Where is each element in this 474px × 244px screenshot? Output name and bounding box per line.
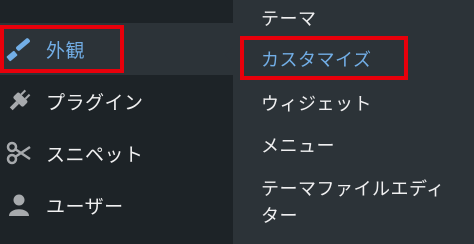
sidebar-item-label: ユーザー bbox=[46, 195, 124, 218]
admin-sidebar: 外観 プラグイン スニペット ユーザー bbox=[0, 0, 233, 244]
sidebar-item-snippets[interactable]: スニペット bbox=[0, 127, 233, 179]
user-icon bbox=[6, 192, 32, 218]
sidebar-item-plugins[interactable]: プラグイン bbox=[0, 75, 233, 127]
sidebar-item-users[interactable]: ユーザー bbox=[0, 179, 233, 231]
submenu-item-menus[interactable]: メニュー bbox=[261, 132, 335, 158]
submenu-item-customize[interactable]: カスタマイズ bbox=[261, 46, 371, 72]
submenu-item-widgets[interactable]: ウィジェット bbox=[261, 90, 372, 116]
scissors-icon bbox=[6, 140, 32, 166]
sidebar-item-appearance[interactable]: 外観 bbox=[0, 23, 233, 75]
sidebar-item-label: スニペット bbox=[46, 143, 144, 166]
submenu-item-themes[interactable]: テーマ bbox=[261, 5, 317, 31]
paintbrush-icon bbox=[6, 36, 32, 62]
sidebar-item-label: プラグイン bbox=[46, 91, 144, 114]
sidebar-item-label: 外観 bbox=[46, 39, 86, 62]
appearance-submenu: テーマ カスタマイズ ウィジェット メニュー テーマファイルエディ ター bbox=[233, 0, 474, 244]
submenu-item-theme-file-editor[interactable]: テーマファイルエディ bbox=[261, 175, 445, 201]
plug-icon bbox=[6, 88, 32, 114]
submenu-item-theme-file-editor-wrap[interactable]: ター bbox=[261, 202, 298, 228]
